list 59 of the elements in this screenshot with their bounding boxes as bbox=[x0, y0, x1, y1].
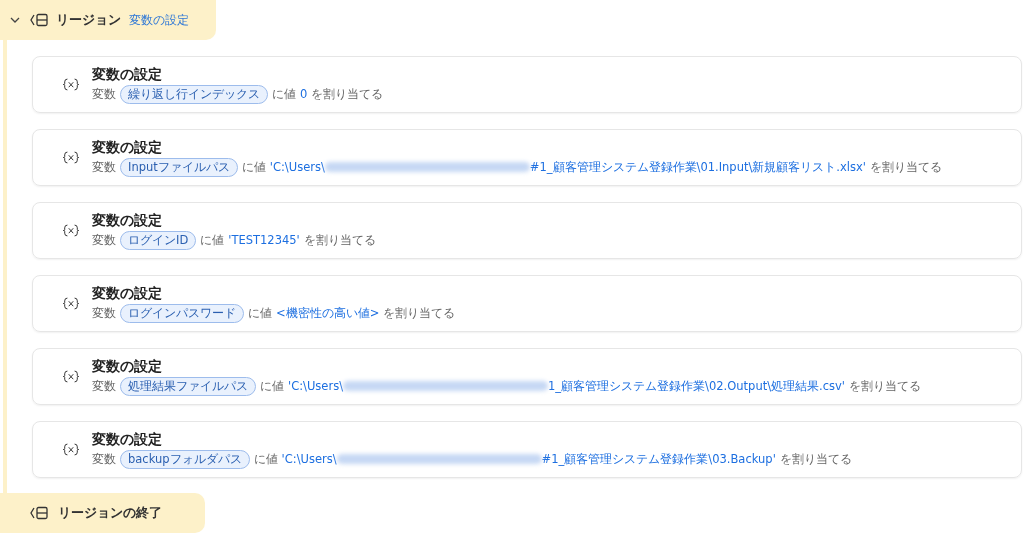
value-text: <機密性の高い値> bbox=[276, 305, 380, 321]
action-text: を割り当てる bbox=[383, 305, 456, 321]
variable-chip: ログインパスワード bbox=[120, 303, 244, 323]
value-text: 1_顧客管理システム登録作業\02.Output\処理結果.csv' bbox=[548, 378, 846, 394]
action-text: に値 bbox=[248, 305, 272, 321]
action-title: 変数の設定 bbox=[92, 357, 163, 376]
variable-icon bbox=[62, 296, 80, 311]
action-text: 変数 bbox=[92, 159, 116, 175]
region-label: リージョン bbox=[56, 11, 121, 29]
variable-icon bbox=[62, 442, 80, 457]
value-text: #1_顧客管理システム登録作業\03.Backup' bbox=[541, 451, 776, 467]
action-text: に値 bbox=[272, 86, 296, 102]
action-card[interactable]: 変数の設定 変数 ログインID に値 'TEST12345' を割り当てる bbox=[32, 202, 1022, 259]
action-text: を割り当てる bbox=[311, 86, 384, 102]
value-text: 'TEST12345' bbox=[228, 233, 300, 247]
action-card[interactable]: 変数の設定 変数 backupフォルダパス に値 'C:\Users\ #1_顧客管理システム登録作業\03.Backup' を割り当てる bbox=[32, 421, 1022, 478]
action-text: に値 bbox=[241, 159, 266, 175]
action-text: 変数 bbox=[92, 451, 116, 467]
action-title: 変数の設定 bbox=[92, 430, 163, 449]
value-text: 0 bbox=[300, 87, 308, 101]
action-text: に値 bbox=[200, 232, 225, 248]
action-text: 変数 bbox=[92, 232, 116, 248]
variable-icon bbox=[62, 150, 80, 165]
variable-icon bbox=[62, 223, 80, 238]
region-end[interactable]: リージョンの終了 bbox=[0, 493, 205, 533]
action-text: に値 bbox=[260, 378, 284, 394]
action-title: 変数の設定 bbox=[92, 284, 163, 303]
variable-icon bbox=[62, 77, 80, 92]
variable-chip: 繰り返し行インデックス bbox=[120, 84, 268, 104]
variable-chip: ログインID bbox=[120, 230, 197, 250]
variable-chip: Inputファイルパス bbox=[120, 157, 238, 177]
variable-chip: backupフォルダパス bbox=[120, 449, 250, 469]
action-card[interactable]: 変数の設定 変数 ログインパスワード に値 <機密性の高い値> を割り当てる bbox=[32, 275, 1022, 332]
action-card[interactable]: 変数の設定 変数 Inputファイルパス に値 'C:\Users\ #1_顧客管理システム登録作業\01.Input\新規顧客リスト.xlsx' を割り当てる bbox=[32, 129, 1022, 186]
action-text: に値 bbox=[253, 451, 278, 467]
region-icon bbox=[30, 13, 48, 27]
value-text: 'C:\Users\ bbox=[269, 160, 325, 174]
action-text: 変数 bbox=[92, 378, 116, 394]
region-header[interactable]: リージョン 変数の設定 bbox=[0, 0, 216, 40]
action-title: 変数の設定 bbox=[92, 211, 163, 230]
action-text: を割り当てる bbox=[779, 451, 852, 467]
action-text: 変数 bbox=[92, 86, 116, 102]
action-text: を割り当てる bbox=[303, 232, 376, 248]
action-card[interactable]: 変数の設定 変数 繰り返し行インデックス に値 0 を割り当てる bbox=[32, 56, 1022, 113]
region-icon bbox=[30, 506, 48, 520]
action-text: を割り当てる bbox=[849, 378, 922, 394]
value-text: 'C:\Users\ bbox=[281, 452, 337, 466]
variable-icon bbox=[62, 369, 80, 384]
action-card[interactable]: 変数の設定 変数 処理結果ファイルパス に値 'C:\Users\ 1_顧客管理システム登録作業\02.Output\処理結果.csv' を割り当てる bbox=[32, 348, 1022, 405]
region-name: 変数の設定 bbox=[129, 11, 189, 29]
variable-chip: 処理結果ファイルパス bbox=[120, 376, 256, 396]
chevron-icon[interactable] bbox=[10, 15, 20, 25]
value-text: 'C:\Users\ bbox=[288, 379, 344, 393]
value-text: #1_顧客管理システム登録作業\01.Input\新規顧客リスト.xlsx' bbox=[529, 159, 866, 175]
action-title: 変数の設定 bbox=[92, 65, 163, 84]
action-text: を割り当てる bbox=[869, 159, 942, 175]
region-end-label: リージョンの終了 bbox=[58, 504, 162, 522]
action-title: 変数の設定 bbox=[92, 138, 163, 157]
action-text: 変数 bbox=[92, 305, 116, 321]
